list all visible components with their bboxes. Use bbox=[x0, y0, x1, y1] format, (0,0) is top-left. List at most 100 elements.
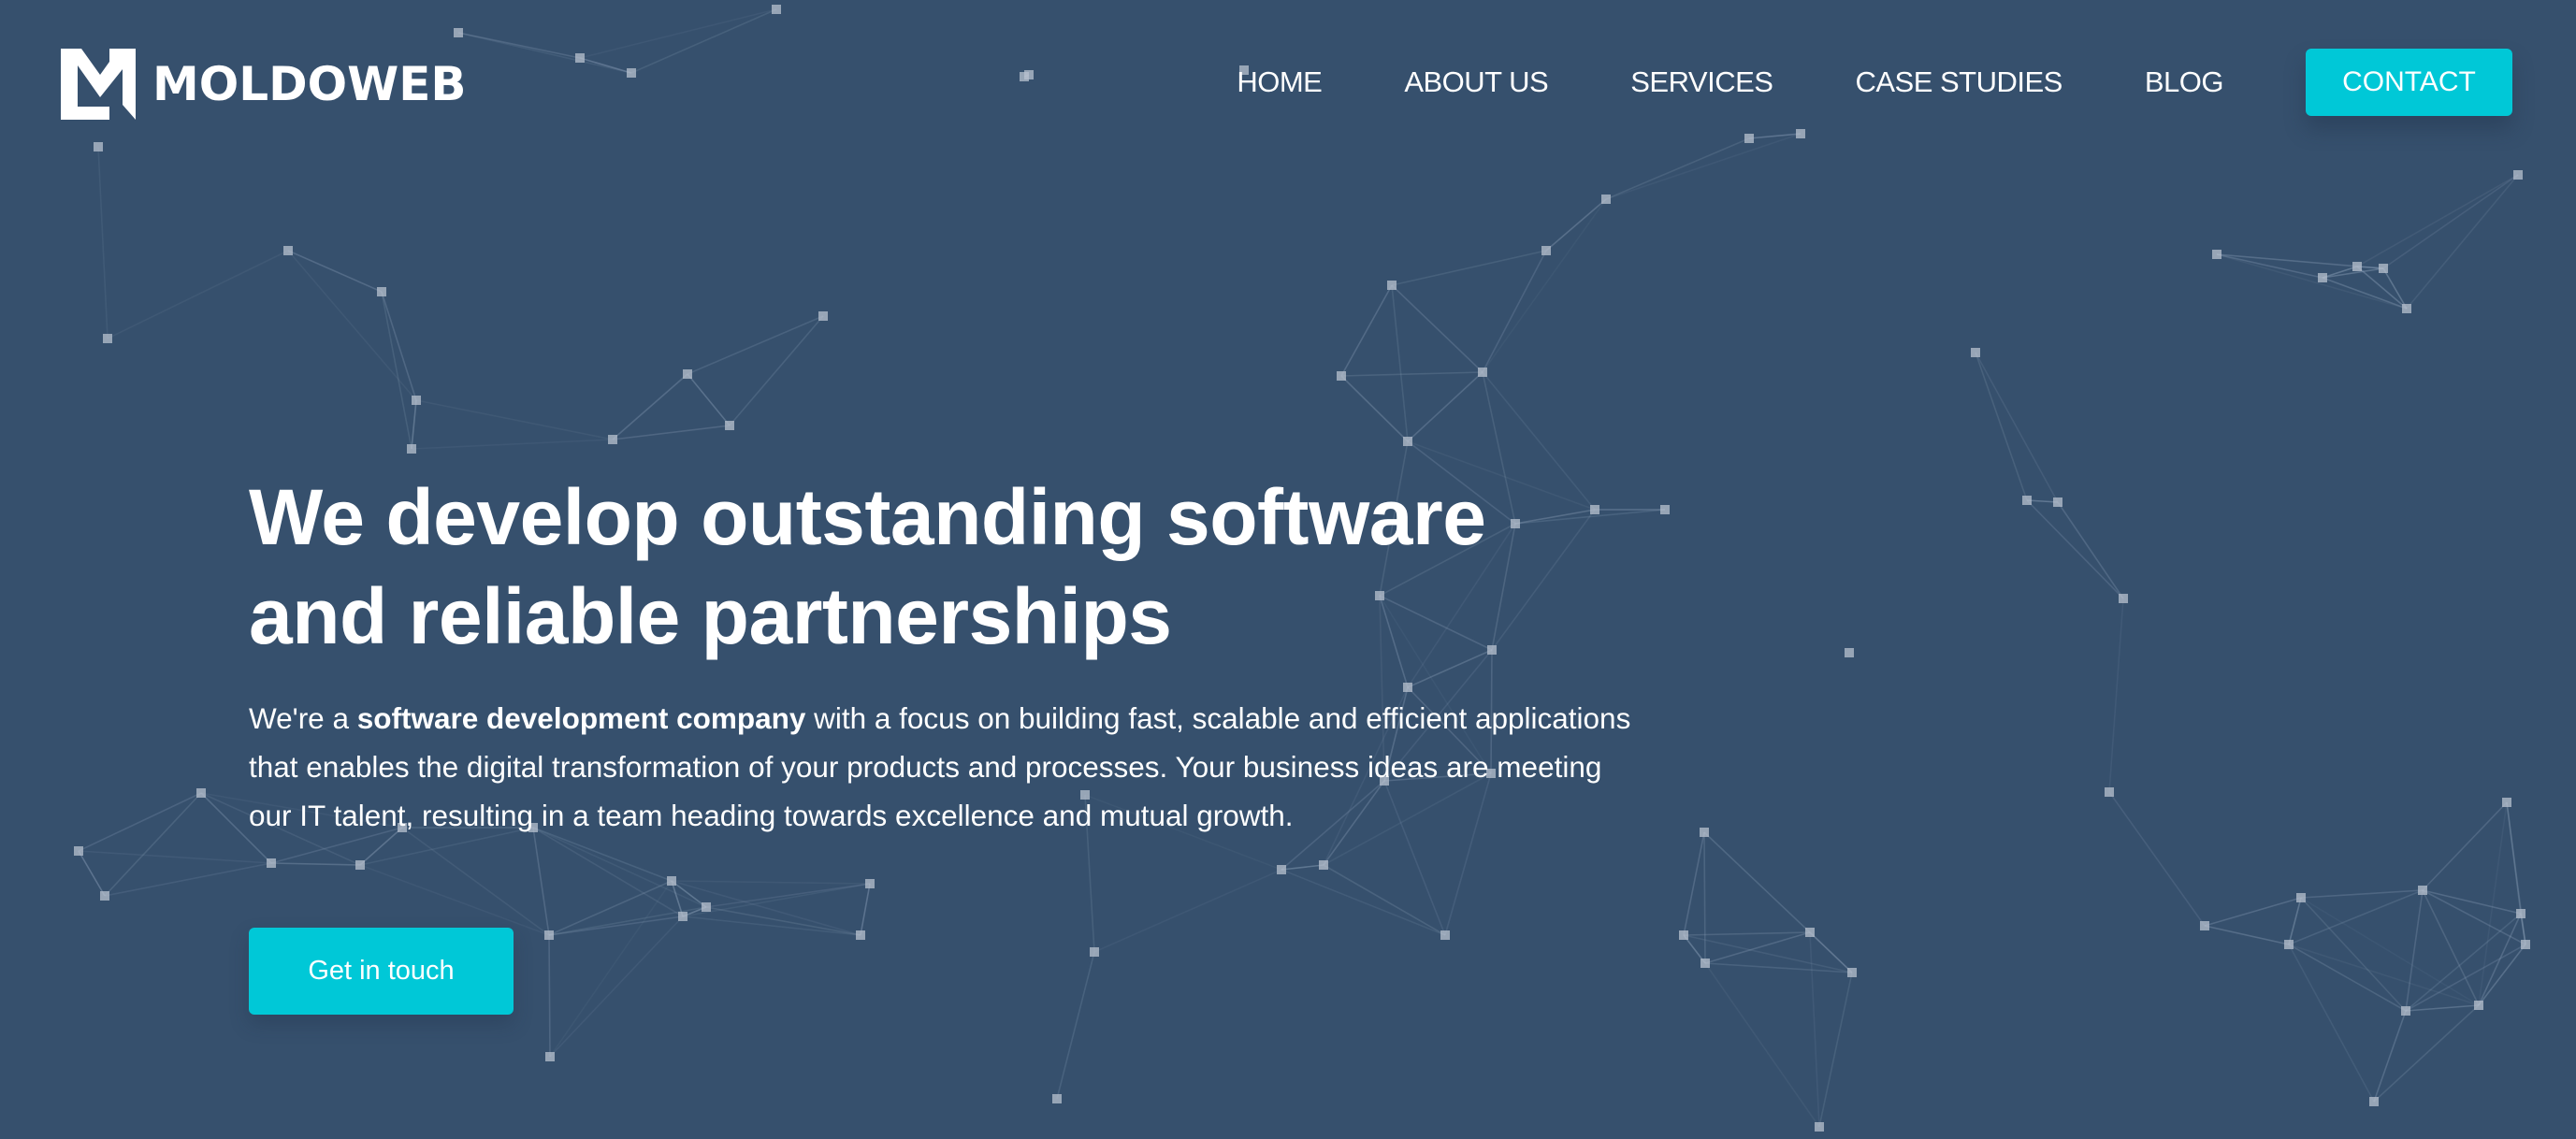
brand-name: MOLDOWEB bbox=[152, 57, 467, 111]
network-node bbox=[355, 860, 365, 870]
network-node bbox=[412, 396, 421, 405]
network-line bbox=[1391, 250, 1547, 286]
network-node bbox=[1700, 959, 1710, 968]
network-node bbox=[678, 912, 687, 921]
network-node bbox=[2401, 1006, 2410, 1016]
network-line bbox=[671, 880, 871, 885]
network-line bbox=[1482, 250, 1547, 373]
nav-case-studies[interactable]: CASE STUDIES bbox=[1855, 65, 2062, 99]
network-node bbox=[2379, 264, 2388, 273]
network-line bbox=[532, 827, 684, 917]
network-line bbox=[97, 146, 109, 339]
network-line bbox=[729, 315, 824, 426]
network-node bbox=[377, 287, 386, 296]
network-line bbox=[1703, 831, 1706, 964]
network-line bbox=[2406, 174, 2519, 310]
nav-services[interactable]: SERVICES bbox=[1630, 65, 1773, 99]
network-line bbox=[1281, 869, 1446, 936]
network-line bbox=[2405, 1004, 2480, 1012]
network-node bbox=[1541, 246, 1551, 255]
network-line bbox=[270, 862, 361, 866]
network-node bbox=[103, 334, 112, 343]
network-line bbox=[687, 373, 731, 426]
network-node bbox=[725, 421, 734, 430]
network-node bbox=[856, 930, 865, 940]
network-line bbox=[1340, 375, 1409, 442]
network-line bbox=[1818, 972, 1853, 1128]
network-line bbox=[1281, 864, 1324, 871]
network-node bbox=[2119, 594, 2128, 603]
network-node bbox=[2284, 940, 2294, 949]
network-line bbox=[1340, 371, 1483, 377]
network-line bbox=[415, 399, 614, 440]
network-line bbox=[401, 827, 550, 936]
get-in-touch-button[interactable]: Get in touch bbox=[249, 928, 514, 1015]
network-line bbox=[287, 250, 417, 401]
network-line bbox=[1482, 198, 1607, 373]
network-line bbox=[1809, 931, 1820, 1128]
network-node bbox=[1403, 437, 1412, 446]
network-line bbox=[1704, 962, 1820, 1128]
network-line bbox=[532, 827, 550, 936]
network-line bbox=[2026, 499, 2124, 599]
network-line bbox=[78, 792, 202, 852]
network-line bbox=[612, 425, 731, 440]
network-node bbox=[702, 902, 711, 912]
network-line bbox=[1809, 931, 1853, 973]
network-node bbox=[1805, 928, 1815, 937]
network-node bbox=[667, 876, 676, 886]
nav-about-us[interactable]: ABOUT US bbox=[1404, 65, 1548, 99]
network-node bbox=[74, 846, 83, 856]
network-node bbox=[2212, 250, 2221, 259]
network-node bbox=[2513, 170, 2523, 180]
network-line bbox=[2356, 174, 2519, 267]
network-line bbox=[1056, 951, 1095, 1100]
network-line bbox=[705, 883, 871, 908]
network-line bbox=[548, 934, 551, 1058]
network-node bbox=[1847, 968, 1857, 977]
network-line bbox=[1704, 931, 1811, 964]
network-node bbox=[1601, 195, 1611, 204]
network-node bbox=[1478, 368, 1487, 377]
network-line bbox=[612, 373, 688, 440]
network-node bbox=[1277, 865, 1286, 874]
network-line bbox=[1391, 284, 1409, 442]
network-line bbox=[1407, 371, 1483, 442]
contact-button[interactable]: CONTACT bbox=[2306, 49, 2512, 116]
network-line bbox=[1975, 352, 2028, 501]
network-line bbox=[287, 250, 383, 293]
site-header: MOLDOWEB HOME ABOUT US SERVICES CASE STU… bbox=[0, 0, 2576, 168]
hero-description: We're a software development company wit… bbox=[249, 694, 1652, 840]
network-line bbox=[1545, 198, 1607, 252]
network-line bbox=[359, 864, 550, 936]
network-node bbox=[1700, 828, 1709, 837]
network-line bbox=[2288, 889, 2424, 945]
network-line bbox=[2322, 277, 2408, 310]
network-node bbox=[267, 858, 276, 868]
network-node bbox=[2502, 798, 2511, 807]
network-node bbox=[2053, 497, 2062, 507]
network-node bbox=[2474, 1001, 2483, 1010]
network-line bbox=[2108, 791, 2206, 927]
network-node bbox=[1845, 648, 1854, 657]
network-line bbox=[2300, 889, 2424, 899]
network-node bbox=[545, 1052, 555, 1061]
network-node bbox=[683, 369, 692, 379]
network-line bbox=[104, 862, 272, 897]
network-line bbox=[2422, 889, 2522, 915]
network-node bbox=[1440, 930, 1450, 940]
hero-section: We develop outstanding software and reli… bbox=[249, 468, 1652, 840]
network-line bbox=[78, 850, 272, 864]
network-node bbox=[1387, 281, 1397, 290]
hero-text-intro: We're a bbox=[249, 701, 357, 735]
network-line bbox=[411, 399, 417, 450]
logo[interactable]: MOLDOWEB bbox=[61, 49, 467, 120]
nav-blog[interactable]: BLOG bbox=[2145, 65, 2224, 99]
network-line bbox=[2204, 925, 2290, 945]
m-logo-icon bbox=[61, 49, 136, 120]
network-node bbox=[1052, 1094, 1062, 1103]
network-node bbox=[2318, 273, 2327, 282]
nav-home[interactable]: HOME bbox=[1237, 65, 1323, 99]
network-line bbox=[2322, 266, 2358, 279]
hero-text-bold: software development company bbox=[356, 701, 806, 735]
